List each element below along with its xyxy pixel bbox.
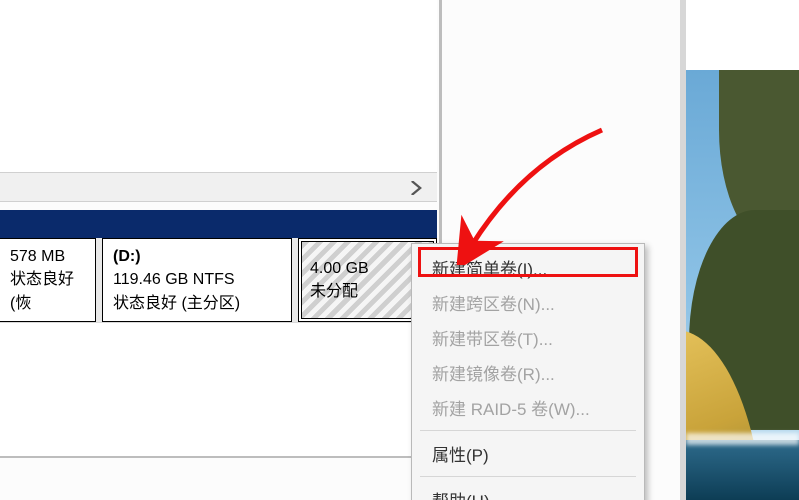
scrollbar-track[interactable]	[0, 177, 400, 199]
panel-empty-area	[0, 0, 437, 172]
desktop-wallpaper-strip	[686, 70, 799, 500]
panel-bottom-border	[0, 456, 445, 458]
partition-status: 未分配	[310, 280, 425, 303]
partition-status: 状态良好 (恢	[10, 268, 85, 314]
chevron-right-icon	[409, 181, 423, 195]
partition-size: 119.46 GB NTFS	[113, 268, 281, 291]
partition-d[interactable]: (D:) 119.46 GB NTFS 状态良好 (主分区)	[102, 238, 292, 322]
menu-separator	[420, 430, 636, 431]
menu-item-properties[interactable]: 属性(P)	[414, 436, 642, 471]
menu-separator	[420, 476, 636, 477]
menu-item-new-spanned-volume: 新建跨区卷(N)...	[414, 285, 642, 320]
disk-header-bar	[0, 210, 437, 238]
horizontal-scrollbar[interactable]	[0, 172, 437, 202]
menu-item-new-striped-volume: 新建带区卷(T)...	[414, 320, 642, 355]
menu-item-help[interactable]: 帮助(H)	[414, 482, 642, 500]
menu-item-new-raid5-volume: 新建 RAID-5 卷(W)...	[414, 390, 642, 425]
partition-title: (D:)	[113, 245, 281, 268]
partition-status: 状态良好 (主分区)	[113, 292, 281, 315]
menu-item-new-simple-volume[interactable]: 新建简单卷(I)...	[414, 250, 642, 285]
background-fill	[686, 0, 799, 70]
partition-size: 4.00 GB	[310, 257, 425, 280]
partition-row: 578 MB 状态良好 (恢 (D:) 119.46 GB NTFS 状态良好 …	[0, 238, 437, 322]
panel-blank-area	[0, 322, 437, 456]
scroll-right-button[interactable]	[401, 173, 431, 203]
partition-recovery[interactable]: 578 MB 状态良好 (恢	[0, 238, 96, 322]
menu-item-new-mirrored-volume: 新建镜像卷(R)...	[414, 355, 642, 390]
context-menu: 新建简单卷(I)... 新建跨区卷(N)... 新建带区卷(T)... 新建镜像…	[411, 243, 645, 500]
partition-size: 578 MB	[10, 245, 85, 268]
